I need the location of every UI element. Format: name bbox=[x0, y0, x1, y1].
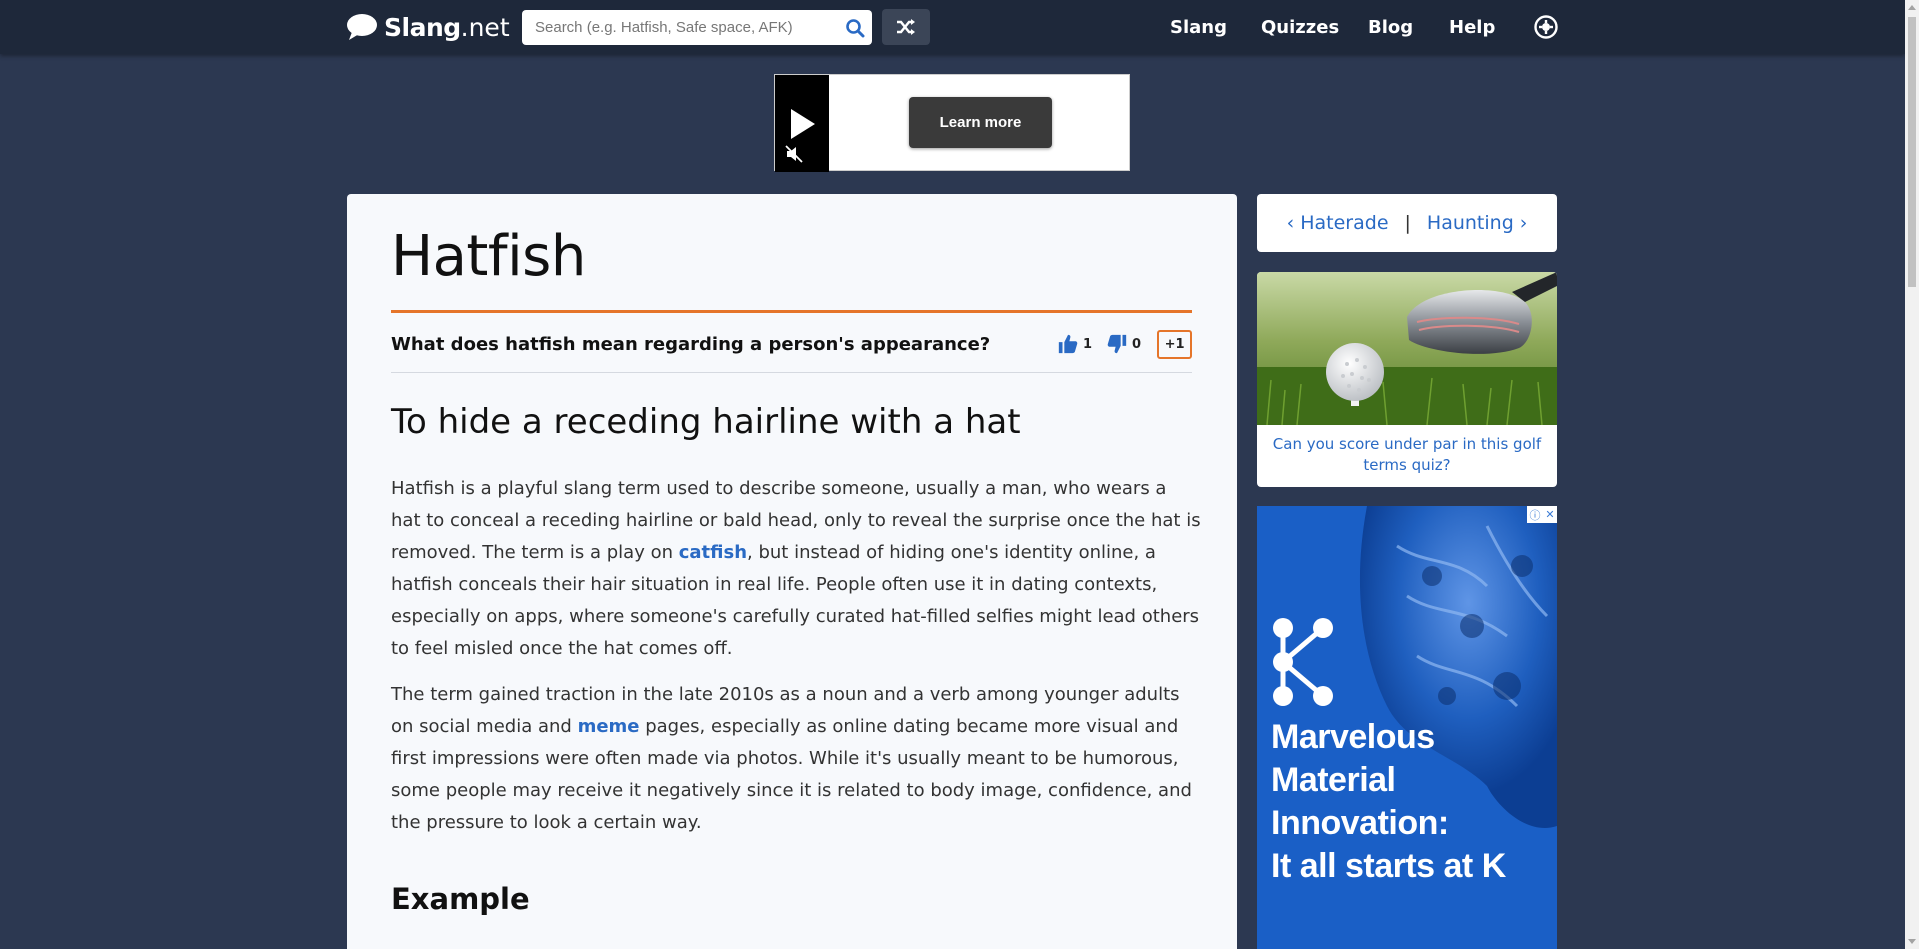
scroll-down-icon[interactable] bbox=[1908, 939, 1916, 944]
ad-choices[interactable]: ⓘ ✕ bbox=[1527, 506, 1557, 523]
site-logo[interactable]: Slang .net bbox=[346, 10, 510, 44]
thumbs-up-icon bbox=[1058, 334, 1078, 354]
downvote-button[interactable]: 0 bbox=[1106, 333, 1141, 355]
nav-blog[interactable]: Blog bbox=[1368, 0, 1413, 54]
article-card: Hatfish What does hatfish mean regarding… bbox=[347, 194, 1237, 949]
gear-icon[interactable] bbox=[1533, 14, 1559, 40]
golf-quiz-card[interactable]: Can you score under par in this golf ter… bbox=[1257, 272, 1557, 487]
ad-line: Marvelous bbox=[1271, 718, 1435, 756]
logo-tld: .net bbox=[460, 12, 510, 42]
nav-help[interactable]: Help bbox=[1449, 0, 1495, 54]
upvote-count: 1 bbox=[1083, 336, 1093, 352]
title-divider bbox=[391, 310, 1192, 313]
catfish-link[interactable]: catfish bbox=[679, 542, 747, 563]
thumbs-down-icon bbox=[1107, 334, 1127, 354]
pager-separator: | bbox=[1404, 212, 1411, 234]
plus-one-button[interactable]: +1 bbox=[1157, 329, 1193, 359]
random-term-button[interactable] bbox=[882, 9, 930, 45]
definition-paragraph-2: The term gained traction in the late 201… bbox=[391, 679, 1201, 839]
brand-molecule-icon bbox=[1273, 618, 1333, 706]
scrollbar-thumb[interactable] bbox=[1908, 17, 1916, 287]
page-scrollbar[interactable] bbox=[1905, 0, 1919, 949]
ad-line: Innovation: bbox=[1271, 804, 1449, 842]
scroll-up-icon[interactable] bbox=[1908, 5, 1916, 10]
definition-title: To hide a receding hairline with a hat bbox=[391, 402, 1021, 442]
ad-line: It all starts at K bbox=[1271, 847, 1506, 885]
meme-link[interactable]: meme bbox=[578, 716, 640, 737]
ad-headline: Marvelous Material Innovation: It all st… bbox=[1271, 716, 1551, 888]
upvote-button[interactable]: 1 bbox=[1057, 333, 1092, 355]
quiz-link-text[interactable]: Can you score under par in this golf ter… bbox=[1267, 434, 1547, 476]
downvote-count: 0 bbox=[1132, 336, 1142, 352]
next-term-link[interactable]: Haunting › bbox=[1427, 212, 1527, 234]
question-divider bbox=[391, 372, 1192, 373]
info-icon[interactable]: ⓘ bbox=[1529, 507, 1540, 523]
shuffle-icon bbox=[897, 19, 915, 35]
definition-question: What does hatfish mean regarding a perso… bbox=[391, 334, 991, 355]
top-navigation-bar: Slang.net Slang Quizzes Blog Help bbox=[0, 0, 1905, 54]
search-input[interactable] bbox=[522, 10, 838, 45]
search-box bbox=[522, 10, 872, 45]
vote-controls: 1 0 +1 bbox=[1057, 328, 1193, 360]
logo-text: Slang bbox=[384, 12, 461, 42]
term-pager: ‹ Haterade | Haunting › bbox=[1257, 194, 1557, 252]
nav-quizzes[interactable]: Quizzes bbox=[1261, 0, 1339, 54]
golf-ball-image bbox=[1257, 272, 1557, 425]
previous-term-link[interactable]: ‹ Haterade bbox=[1287, 212, 1389, 234]
ad-video-player[interactable] bbox=[775, 75, 829, 172]
play-icon[interactable] bbox=[791, 109, 815, 139]
mute-icon[interactable] bbox=[785, 145, 803, 163]
top-video-ad[interactable]: Learn more bbox=[774, 74, 1130, 172]
side-display-ad[interactable]: ⓘ ✕ Marvelous Material Innovation: It al… bbox=[1257, 506, 1557, 949]
close-icon[interactable]: ✕ bbox=[1545, 508, 1554, 521]
page-title: Hatfish bbox=[391, 224, 586, 289]
ad-line: Material bbox=[1271, 761, 1396, 799]
example-heading: Example bbox=[391, 882, 530, 916]
chat-bubble-icon bbox=[347, 14, 377, 40]
definition-paragraph-1: Hatfish is a playful slang term used to … bbox=[391, 473, 1201, 665]
nav-slang[interactable]: Slang bbox=[1170, 0, 1227, 54]
search-icon[interactable] bbox=[838, 11, 872, 45]
learn-more-button[interactable]: Learn more bbox=[909, 97, 1052, 148]
